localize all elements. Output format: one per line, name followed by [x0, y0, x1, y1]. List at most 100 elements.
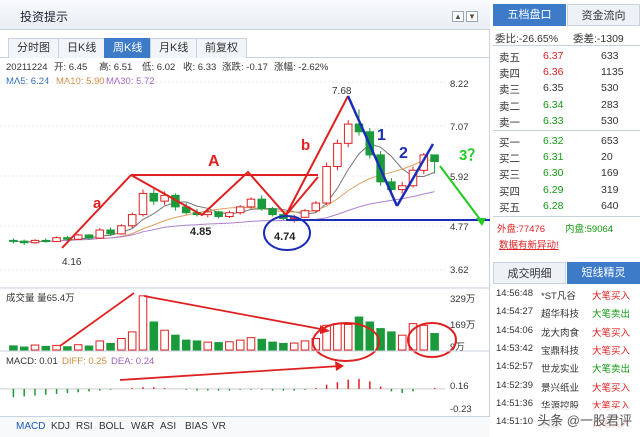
- list-item[interactable]: 14:53:42 宝鼎科技 大笔买入: [493, 341, 640, 357]
- candle-body: [397, 185, 407, 191]
- stock-name: 宝鼎科技: [541, 345, 580, 357]
- list-item[interactable]: 14:54:06 龙大肉食 大笔买入: [493, 323, 640, 339]
- tab-short-term-genie[interactable]: 短线精灵: [567, 262, 640, 284]
- anomaly-notice-link[interactable]: 数据有新异动!: [499, 237, 559, 251]
- candle-body: [268, 208, 277, 216]
- ma30-line: [13, 191, 435, 243]
- candle-body: [106, 229, 115, 235]
- tab-asi[interactable]: ASI: [160, 421, 176, 432]
- level-volume: 530: [601, 82, 619, 95]
- trade-time: 14:52:57: [496, 361, 533, 373]
- tab-intraday[interactable]: 分时图: [8, 38, 59, 58]
- order-level-buy: 买三 6.30 169: [493, 165, 640, 181]
- candle-body: [149, 192, 159, 202]
- tab-orderbook[interactable]: 五档盘口: [493, 4, 566, 26]
- level-label: 卖三: [499, 84, 520, 97]
- divider: [493, 45, 640, 46]
- volume-bar: [117, 337, 126, 351]
- tab-trade-detail[interactable]: 成交明细: [493, 262, 566, 284]
- candle-body: [41, 239, 51, 243]
- volume-label: 成交量 量65.4万: [6, 292, 75, 304]
- trade-action: 大笔买入: [592, 291, 631, 302]
- volume-bar: [419, 324, 429, 351]
- list-item[interactable]: 14:56:48 *ST凡谷 大笔买入: [493, 286, 640, 302]
- label-a: a: [93, 195, 102, 212]
- list-item[interactable]: 14:52:39 景兴纸业 大笔买入: [493, 378, 640, 394]
- volume-bar: [52, 344, 61, 351]
- list-item[interactable]: 14:52:57 世龙实业 大笔卖出: [493, 359, 640, 375]
- macd-histogram: [0, 378, 445, 398]
- volume-bar: [160, 329, 169, 351]
- scroll-up-button[interactable]: ▲: [452, 11, 464, 22]
- level-volume: 640: [601, 199, 619, 212]
- candle-body: [343, 123, 353, 144]
- tab-monthly[interactable]: 月K线: [150, 38, 198, 58]
- scroll-down-button[interactable]: ▼: [466, 11, 478, 22]
- candle-body: [127, 214, 137, 227]
- tab-daily[interactable]: 日K线: [58, 38, 106, 58]
- level-price: 6.35: [543, 82, 564, 95]
- trade-action: 大笔买入: [592, 382, 631, 394]
- trade-time: 14:54:06: [496, 324, 533, 336]
- volume-bar: [181, 339, 191, 351]
- tab-boll[interactable]: BOLL: [99, 421, 125, 432]
- tab-adjusted[interactable]: 前复权: [196, 38, 247, 58]
- candle-body: [235, 206, 245, 214]
- candle-body: [9, 239, 18, 242]
- candle-body: [19, 240, 29, 244]
- level-volume: 319: [601, 183, 619, 196]
- level-volume: 169: [601, 167, 619, 180]
- level-price: 6.33: [543, 114, 564, 127]
- info-pct: 涨幅: -2.62%: [274, 61, 329, 73]
- level-label: 卖四: [499, 68, 520, 81]
- outer-volume: 外盘:77476: [497, 224, 546, 235]
- candle-body: [311, 202, 321, 212]
- order-level-buy: 买二 6.31 20: [493, 149, 640, 165]
- tab-capital-flow[interactable]: 资金流向: [567, 4, 640, 26]
- candle-body: [322, 165, 331, 204]
- tab-kdj[interactable]: KDJ: [51, 421, 70, 432]
- level-price: 6.29: [543, 183, 564, 196]
- tab-weekly[interactable]: 周K线: [104, 38, 152, 58]
- candle-body: [333, 142, 342, 167]
- volume-axis-tick: 169万: [450, 320, 475, 331]
- tab-wr[interactable]: W&R: [131, 421, 154, 432]
- candle-body: [214, 211, 223, 218]
- quote-panel: 五档盘口 资金流向 委比:-26.65% 委差:-1309 卖五 6.37 633 卖…: [493, 0, 640, 437]
- level-label: 买五: [499, 201, 520, 214]
- volume-bar: [430, 333, 439, 351]
- volume-bar: [41, 345, 51, 351]
- volume-bar: [192, 340, 202, 351]
- order-level-sell: 卖三 6.35 530: [493, 80, 640, 96]
- macd-value: MACD: 0.01: [6, 356, 58, 367]
- volume-bar: [106, 342, 115, 351]
- annotation-overlays: [61, 95, 490, 251]
- list-item[interactable]: 14:54:27 超华科技 大笔卖出: [493, 304, 640, 320]
- stock-name: *ST凡谷: [541, 291, 576, 302]
- price-axis-tick: 8.22: [450, 79, 469, 90]
- level-label: 买二: [499, 153, 520, 166]
- label-A: A: [208, 153, 220, 170]
- order-level-buy: 买一 6.32 653: [493, 133, 640, 149]
- kline-chart[interactable]: 20211224 开: 6.45 高: 6.51 低: 6.02 收: 6.33…: [0, 58, 490, 416]
- volume-bar: [225, 341, 234, 351]
- candle-body: [30, 239, 40, 244]
- notice-row: 数据有新异动!: [493, 235, 640, 251]
- wave-1-line: [346, 95, 399, 207]
- candle-body: [430, 154, 439, 162]
- tab-vr[interactable]: VR: [212, 421, 226, 432]
- tab-macd[interactable]: MACD: [16, 421, 45, 432]
- tab-bias[interactable]: BIAS: [185, 421, 208, 432]
- order-level-sell: 卖五 6.37 633: [493, 48, 640, 64]
- info-date: 20211224: [6, 62, 48, 73]
- indicator-tabs: MACD KDJ RSI BOLL W&R ASI BIAS VR: [0, 416, 490, 437]
- info-low: 低: 6.02: [142, 61, 175, 73]
- volume-bar: [397, 334, 407, 351]
- tab-rsi[interactable]: RSI: [76, 421, 93, 432]
- level-volume: 283: [601, 98, 619, 111]
- level-label: 卖一: [499, 116, 520, 129]
- volume-bar: [279, 342, 288, 351]
- price-label-low: 4.16: [62, 257, 82, 268]
- price-label-mid: 4.85: [190, 226, 211, 238]
- stock-name: 景兴纸业: [541, 382, 580, 394]
